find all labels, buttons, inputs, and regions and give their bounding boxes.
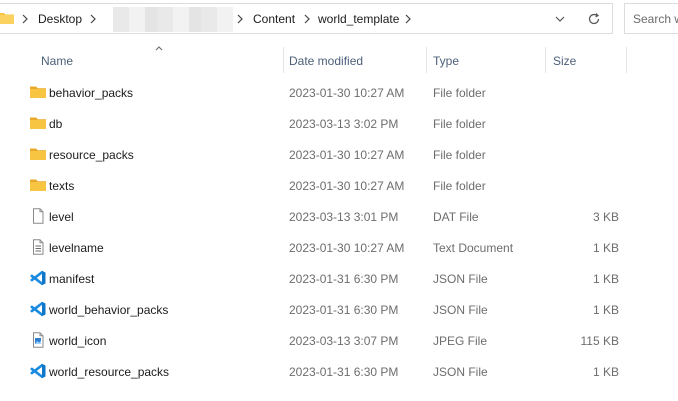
file-type: DAT File [433, 210, 479, 224]
folder-icon [29, 115, 47, 131]
table-row[interactable]: manifest 2023-01-31 6:30 PM JSON File 1 … [0, 263, 627, 294]
column-divider[interactable] [626, 47, 627, 73]
file-name: texts [49, 179, 75, 193]
table-row[interactable]: db 2023-03-13 3:02 PM File folder [0, 108, 627, 139]
address-bar[interactable]: Desktop Content world_template [0, 3, 613, 34]
file-date: 2023-03-13 3:02 PM [289, 117, 399, 131]
chevron-right-icon [20, 12, 30, 26]
file-date: 2023-01-30 10:27 AM [289, 241, 405, 255]
file-size: 1 KB [592, 272, 619, 286]
file-size: 1 KB [592, 241, 619, 255]
file-list: behavior_packs 2023-01-30 10:27 AM File … [0, 77, 678, 387]
text-document-icon [29, 239, 47, 255]
image-file-icon [29, 332, 47, 348]
file-type: Text Document [433, 241, 514, 255]
column-divider[interactable] [545, 47, 546, 73]
file-name: world_icon [49, 334, 107, 348]
table-row[interactable]: resource_packs 2023-01-30 10:27 AM File … [0, 139, 627, 170]
file-type: File folder [433, 148, 486, 162]
refresh-button[interactable] [578, 4, 610, 33]
file-type: File folder [433, 86, 486, 100]
file-date: 2023-01-31 6:30 PM [289, 272, 399, 286]
file-date: 2023-03-13 3:01 PM [289, 210, 399, 224]
column-date-modified[interactable]: Date modified [289, 54, 363, 68]
file-name: level [49, 210, 74, 224]
table-row[interactable]: texts 2023-01-30 10:27 AM File folder [0, 170, 627, 201]
file-date: 2023-03-13 3:07 PM [289, 334, 399, 348]
column-type[interactable]: Type [433, 54, 459, 68]
file-name: levelname [49, 241, 104, 255]
folder-icon [29, 177, 47, 193]
table-row[interactable]: level 2023-03-13 3:01 PM DAT File 3 KB [0, 201, 627, 232]
file-date: 2023-01-30 10:27 AM [289, 179, 405, 193]
file-size: 1 KB [592, 365, 619, 379]
chevron-down-icon [555, 16, 565, 22]
column-divider[interactable] [283, 47, 284, 73]
file-type: JPEG File [433, 334, 488, 348]
file-size: 1 KB [592, 303, 619, 317]
file-name: world_resource_packs [49, 365, 170, 379]
chevron-right-icon [88, 12, 98, 26]
file-date: 2023-01-30 10:27 AM [289, 148, 405, 162]
sort-ascending-icon [154, 41, 164, 55]
file-type: JSON File [433, 303, 488, 317]
column-divider[interactable] [426, 47, 427, 73]
file-type: JSON File [433, 365, 488, 379]
file-name: manifest [49, 272, 95, 286]
chevron-right-icon [403, 12, 413, 26]
file-date: 2023-01-31 6:30 PM [289, 303, 399, 317]
file-name: resource_packs [49, 148, 134, 162]
file-size: 3 KB [592, 210, 619, 224]
folder-icon [29, 84, 47, 100]
breadcrumb-desktop[interactable]: Desktop [38, 12, 82, 26]
address-history-button[interactable] [544, 4, 576, 33]
vscode-icon [29, 301, 47, 317]
chevron-right-icon [302, 12, 312, 26]
file-type: File folder [433, 117, 486, 131]
breadcrumb-content[interactable]: Content [253, 12, 295, 26]
document-icon [29, 208, 47, 224]
table-row[interactable]: behavior_packs 2023-01-30 10:27 AM File … [0, 77, 627, 108]
column-name[interactable]: Name [41, 54, 73, 68]
vscode-icon [29, 363, 47, 379]
file-name: world_behavior_packs [49, 303, 169, 317]
table-row[interactable]: world_icon 2023-03-13 3:07 PM JPEG File … [0, 325, 627, 356]
file-size: 115 KB [580, 334, 619, 348]
file-type: File folder [433, 179, 486, 193]
table-row[interactable]: world_resource_packs 2023-01-31 6:30 PM … [0, 356, 627, 387]
redacted-breadcrumb [113, 7, 233, 32]
table-row[interactable]: world_behavior_packs 2023-01-31 6:30 PM … [0, 294, 627, 325]
file-type: JSON File [433, 272, 488, 286]
file-date: 2023-01-30 10:27 AM [289, 86, 405, 100]
file-name: db [49, 117, 63, 131]
chevron-right-icon [235, 12, 245, 26]
file-date: 2023-01-31 6:30 PM [289, 365, 399, 379]
folder-icon [29, 146, 47, 162]
refresh-icon [588, 12, 600, 24]
search-input[interactable]: Search w [624, 3, 678, 34]
file-name: behavior_packs [49, 86, 134, 100]
column-header: Name Date modified Type Size [0, 46, 678, 75]
column-size[interactable]: Size [553, 54, 576, 68]
table-row[interactable]: levelname 2023-01-30 10:27 AM Text Docum… [0, 232, 627, 263]
vscode-icon [29, 270, 47, 286]
folder-icon [0, 11, 14, 28]
breadcrumb-world-template[interactable]: world_template [318, 12, 399, 26]
